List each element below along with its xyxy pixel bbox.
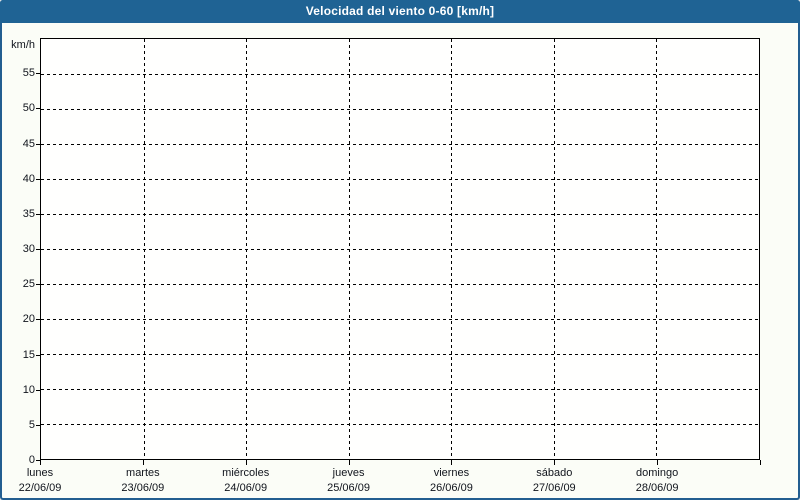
y-tick-mark: [36, 284, 40, 285]
y-gridline: [41, 319, 759, 320]
plot-area: [40, 38, 760, 460]
x-tick-date-label: 23/06/09: [88, 481, 198, 495]
y-tick-mark: [36, 319, 40, 320]
y-tick-mark: [36, 214, 40, 215]
x-tick-day-label: miércoles: [191, 466, 301, 480]
x-gridline: [656, 39, 657, 459]
y-tick-label: 5: [0, 418, 35, 432]
x-tick-day-label: viernes: [396, 466, 506, 480]
x-tick-day-label: lunes: [0, 466, 95, 480]
y-gridline: [41, 214, 759, 215]
chart-title-bar: Velocidad del viento 0-60 [km/h]: [0, 0, 800, 23]
y-tick-mark: [36, 108, 40, 109]
x-tick-mark: [554, 460, 555, 465]
x-tick-day-label: jueves: [294, 466, 404, 480]
x-tick-mark: [657, 460, 658, 465]
y-tick-mark: [36, 144, 40, 145]
y-gridline: [41, 424, 759, 425]
x-tick-day-label: sábado: [499, 466, 609, 480]
wind-speed-chart-widget: Velocidad del viento 0-60 [km/h] km/h 0 5…: [0, 0, 800, 500]
x-tick-mark: [349, 460, 350, 465]
y-tick-label: 40: [0, 172, 35, 186]
y-tick-label: 30: [0, 242, 35, 256]
x-gridline: [554, 39, 555, 459]
x-tick-date-label: 22/06/09: [0, 481, 95, 495]
x-gridline: [451, 39, 452, 459]
x-tick-mark: [246, 460, 247, 465]
y-tick-label: 20: [0, 312, 35, 326]
x-tick-day-label: martes: [88, 466, 198, 480]
y-gridline: [41, 74, 759, 75]
x-tick-mark: [451, 460, 452, 465]
y-gridline: [41, 179, 759, 180]
x-tick-day-label: domingo: [602, 466, 712, 480]
y-tick-label: 10: [0, 383, 35, 397]
x-tick-date-label: 28/06/09: [602, 481, 712, 495]
x-gridline: [144, 39, 145, 459]
x-tick-date-label: 25/06/09: [294, 481, 404, 495]
y-tick-label: 45: [0, 137, 35, 151]
y-tick-label: 50: [0, 101, 35, 115]
y-tick-label: 15: [0, 348, 35, 362]
y-gridline: [41, 144, 759, 145]
y-tick-mark: [36, 425, 40, 426]
x-gridline: [349, 39, 350, 459]
y-tick-mark: [36, 179, 40, 180]
x-tick-date-label: 26/06/09: [396, 481, 506, 495]
x-tick-date-label: 24/06/09: [191, 481, 301, 495]
y-tick-mark: [36, 355, 40, 356]
y-tick-mark: [36, 73, 40, 74]
x-tick-mark: [143, 460, 144, 465]
x-tick-date-label: 27/06/09: [499, 481, 609, 495]
x-tick-mark: [760, 460, 761, 465]
y-gridline: [41, 109, 759, 110]
y-tick-mark: [36, 249, 40, 250]
x-tick-mark: [40, 460, 41, 465]
y-gridline: [41, 284, 759, 285]
y-tick-label: 35: [0, 207, 35, 221]
y-axis-unit-label: km/h: [0, 39, 35, 51]
y-tick-label: 25: [0, 277, 35, 291]
y-gridline: [41, 249, 759, 250]
y-gridline: [41, 354, 759, 355]
y-tick-mark: [36, 390, 40, 391]
x-gridline: [246, 39, 247, 459]
y-tick-label: 0: [0, 453, 35, 467]
y-gridline: [41, 389, 759, 390]
y-tick-label: 55: [0, 66, 35, 80]
